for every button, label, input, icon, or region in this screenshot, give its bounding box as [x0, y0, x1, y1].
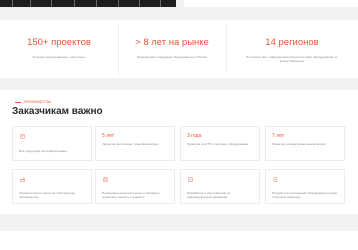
- stat-value: > 8 лет на рынке: [135, 37, 209, 48]
- advantage-card-production: Сборка полного цикла на собственном прои…: [12, 169, 92, 204]
- card-title: 5 лет: [102, 133, 114, 139]
- components-icon: [103, 177, 108, 182]
- stat-years: > 8 лет на рынке Производим и внедряем о…: [118, 20, 226, 78]
- top-strip: [0, 0, 358, 10]
- section-heading: Заказчикам важно: [12, 106, 103, 117]
- advantage-card-custom: Разработка и изготовление по индивидуаль…: [180, 169, 260, 204]
- advantage-card-switches: 7 лет Гарантия на вакуумные выключатели: [265, 126, 345, 161]
- production-photo: [0, 0, 176, 7]
- card-title: 3 года: [187, 133, 202, 139]
- card-text: Гарантия на КТП и щитовое оборудование: [187, 142, 249, 146]
- card-text: Вся продукция сертифицирована: [19, 149, 67, 153]
- stat-regions: 14 регионов В которых мы с заводом выпол…: [226, 20, 358, 78]
- advantage-card-certified: Вся продукция сертифицирована: [12, 126, 92, 161]
- stat-desc: Производим и внедряем оборудование в Рос…: [137, 55, 207, 59]
- advantage-card-components: Передовые комплектующие и аппараты позво…: [95, 169, 175, 204]
- factory-icon: [20, 177, 25, 182]
- design-icon: [188, 177, 193, 182]
- card-text: Сборка полного цикла на собственном прои…: [19, 191, 75, 199]
- stat-value: 150+ проектов: [27, 37, 91, 48]
- advantage-card-transformers: 5 лет Гарантия на силовые трансформаторы: [95, 126, 175, 161]
- stat-projects: 150+ проектов Успешно реализованных «под…: [0, 20, 118, 78]
- section-eyebrow: ПРЕИМУЩЕСТВА: [15, 100, 51, 104]
- stats-section: 150+ проектов Успешно реализованных «под…: [0, 20, 358, 78]
- advantage-card-ktp: 3 года Гарантия на КТП и щитовое оборудо…: [180, 126, 260, 161]
- card-text: Гарантия на силовые трансформаторы: [102, 142, 159, 146]
- card-text: Разработка исполнений оборудования перед…: [272, 191, 337, 199]
- document-icon: [273, 177, 278, 182]
- certificate-icon: [20, 134, 25, 139]
- stat-desc: Успешно реализованных «под ключ»: [32, 55, 86, 59]
- advantage-card-docs: Разработка исполнений оборудования перед…: [265, 169, 345, 204]
- stat-desc: В которых мы с заводом выполнили поставк…: [246, 55, 338, 64]
- card-text: Гарантия на вакуумные выключатели: [272, 142, 326, 146]
- stat-value: 14 регионов: [265, 37, 319, 48]
- card-text: Передовые комплектующие и аппараты позво…: [102, 191, 160, 199]
- card-text: Разработка и изготовление по индивидуаль…: [187, 191, 231, 199]
- card-title: 7 лет: [272, 133, 284, 139]
- next-section: [0, 231, 358, 250]
- advantages-section: ПРЕИМУЩЕСТВА Заказчикам важно Вся продук…: [0, 90, 358, 214]
- top-card: [184, 0, 358, 7]
